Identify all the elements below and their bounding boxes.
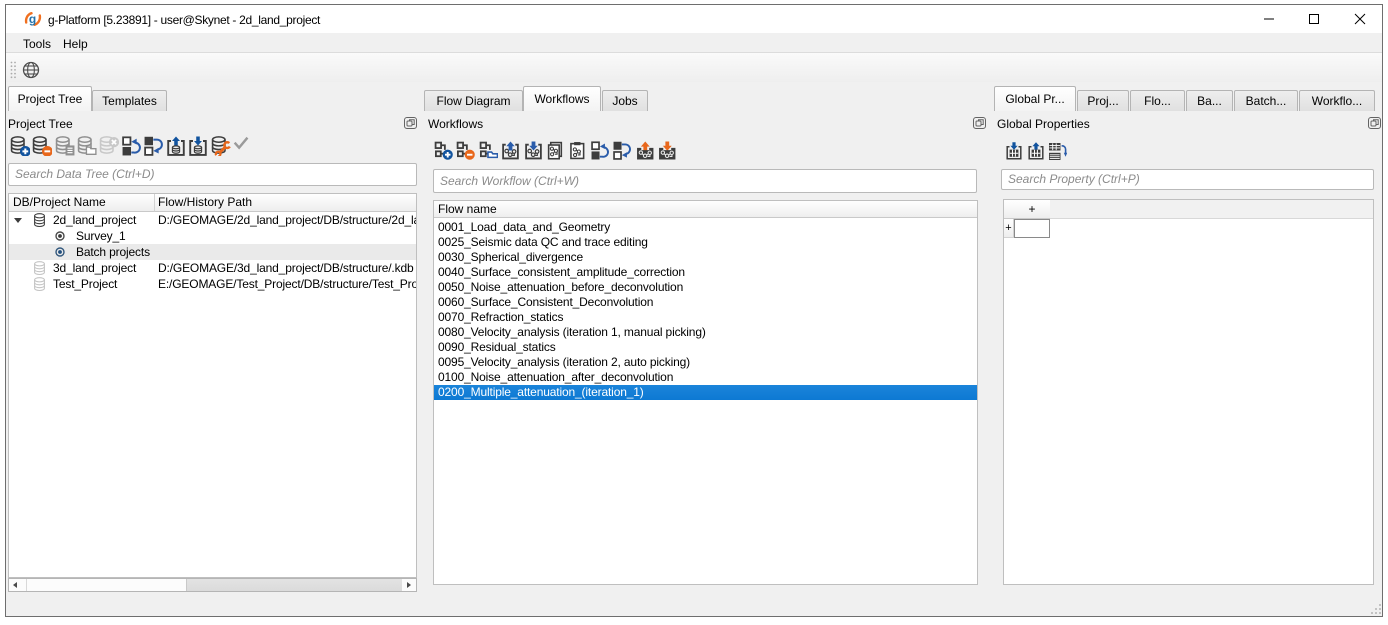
svg-text:g: g <box>29 12 36 26</box>
